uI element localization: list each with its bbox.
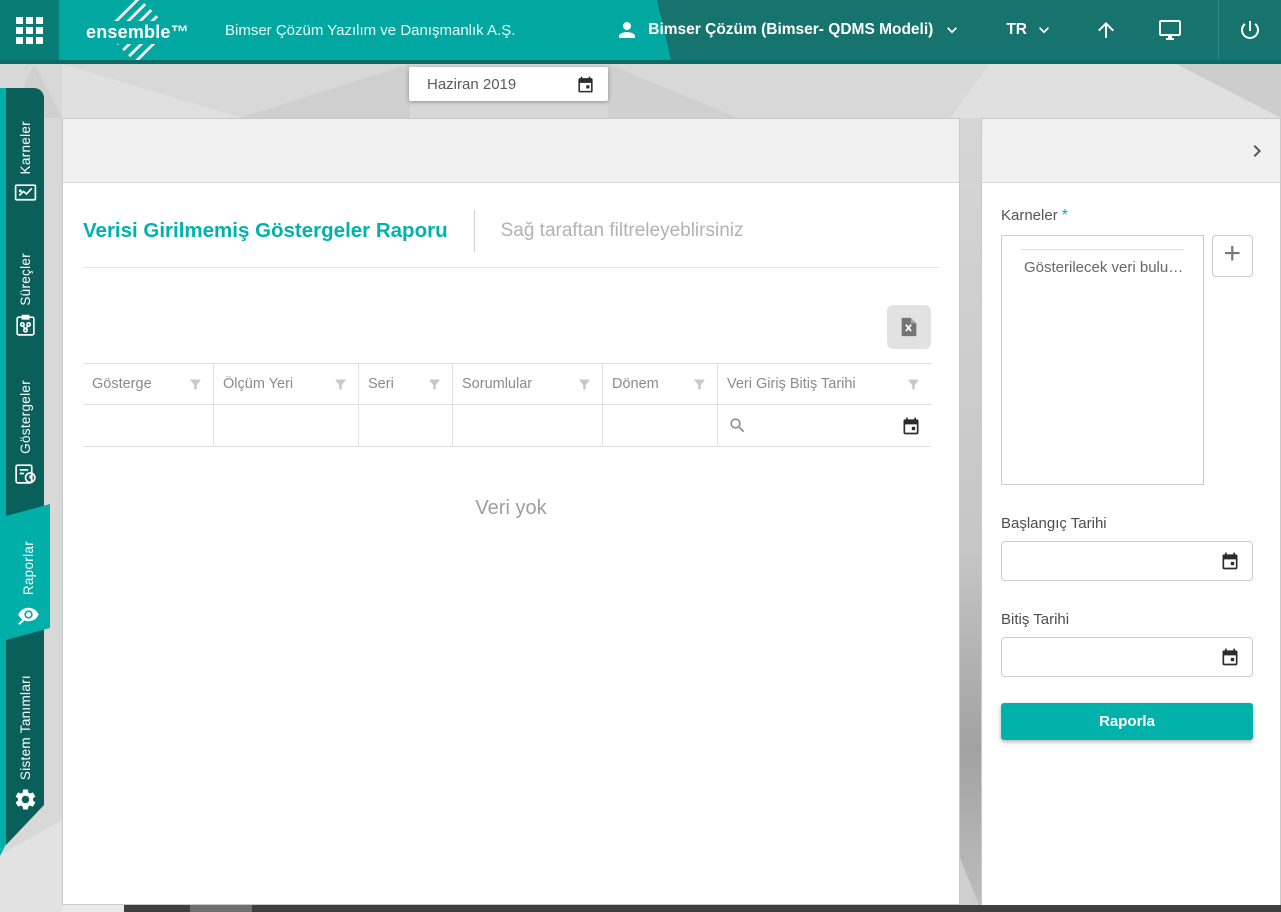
title-rule (83, 267, 939, 268)
bg-triangle (240, 64, 410, 118)
listbox-separator (1021, 249, 1184, 250)
period-value: Haziran 2019 (427, 76, 516, 93)
ensemble-logo: ensemble™ (75, 0, 201, 60)
account-name: Bimser Çözüm (Bimser- QDMS Modeli) (648, 21, 933, 39)
report-panel: Verisi Girilmemiş Göstergeler Raporu Sağ… (62, 118, 960, 905)
calendar-icon[interactable] (1220, 647, 1240, 667)
excel-export-icon (898, 316, 920, 338)
filter-input-gosterge[interactable] (83, 405, 214, 447)
sidebar-item-raporlar[interactable]: Raporlar (6, 504, 50, 640)
sidebar-item-label: Raporlar (21, 541, 36, 595)
system-settings-icon (13, 787, 38, 812)
listbox-empty-text: Gösterilecek veri bulu… (1024, 259, 1201, 276)
chevron-right-icon (1245, 139, 1269, 163)
header-bottom-strip (0, 60, 1281, 64)
filter-hint: Sağ taraftan filtreleyeblirsiniz (501, 220, 744, 242)
filter-input-seri[interactable] (359, 405, 453, 447)
required-mark: * (1062, 207, 1068, 224)
upload-button[interactable] (1094, 18, 1118, 42)
apps-menu-button[interactable] (0, 0, 59, 60)
sidebar-item-label: Karneler (18, 121, 33, 174)
reports-icon (16, 602, 41, 627)
table-filter-row (83, 405, 931, 447)
sidebar-item-karneler[interactable]: Karneler (6, 102, 44, 206)
add-scorecard-button[interactable]: + (1212, 235, 1254, 277)
brand-strip: ensemble™ Bimser Çözüm Yazılım ve Danışm… (59, 0, 671, 60)
page-title: Verisi Girilmemiş Göstergeler Raporu (83, 219, 448, 243)
chevron-down-icon (1034, 20, 1054, 40)
scorecards-listbox[interactable]: Gösterilecek veri bulu… (1001, 235, 1204, 485)
sidebar-item-sistem-tanimlari[interactable]: Sistem Tanımları (6, 650, 44, 812)
column-header-seri[interactable]: Seri (359, 363, 453, 405)
filter-funnel-icon[interactable] (427, 377, 442, 392)
bg-triangle (62, 64, 242, 118)
filter-input-sorumlular[interactable] (453, 405, 603, 447)
sidebar-item-surecler[interactable]: Süreçler (6, 238, 44, 338)
column-header-gosterge[interactable]: Gösterge (83, 363, 214, 405)
filter-funnel-icon[interactable] (188, 377, 203, 392)
scorecards-icon (13, 181, 38, 206)
app-header: ensemble™ Bimser Çözüm Yazılım ve Danışm… (0, 0, 1281, 64)
column-header-sorumlular[interactable]: Sorumlular (453, 363, 603, 405)
export-excel-button[interactable] (887, 305, 931, 349)
generate-report-button[interactable]: Raporla (1001, 703, 1253, 740)
processes-icon (13, 313, 38, 338)
search-icon (728, 416, 747, 435)
header-actions: Bimser Çözüm (Bimser- QDMS Modeli) TR (615, 0, 1281, 60)
logo-text: ensemble™ (83, 21, 192, 44)
table-header-row: Gösterge Ölçüm Yeri Seri Sorumlular Döne… (83, 363, 931, 405)
panel-gap (960, 118, 981, 905)
company-name: Bimser Çözüm Yazılım ve Danışmanlık A.Ş. (225, 22, 515, 39)
filter-input-olcum-yeri[interactable] (214, 405, 359, 447)
chevron-down-icon (942, 20, 962, 40)
scorecards-label: Karneler* (1001, 207, 1253, 225)
sidebar-item-label: Sistem Tanımları (18, 675, 33, 780)
account-menu[interactable]: Bimser Çözüm (Bimser- QDMS Modeli) (615, 18, 962, 42)
language-code: TR (1006, 21, 1027, 39)
sidebar-item-label: Göstergeler (18, 380, 33, 454)
column-header-olcum-yeri[interactable]: Ölçüm Yeri (214, 363, 359, 405)
empty-state-text: Veri yok (63, 497, 959, 520)
start-date-label: Başlangıç Tarihi (1001, 515, 1253, 532)
horizontal-scrollbar[interactable] (124, 905, 1281, 912)
monitor-icon (1158, 18, 1182, 42)
filter-panel: Karneler* Gösterilecek veri bulu… + Başl… (981, 118, 1281, 912)
calendar-icon (576, 75, 595, 94)
indicators-icon (13, 461, 38, 486)
end-date-label: Bitiş Tarihi (1001, 611, 1253, 628)
collapse-panel-button[interactable] (1242, 136, 1272, 166)
column-header-donem[interactable]: Dönem (603, 363, 718, 405)
scrollbar-corner (62, 905, 124, 912)
language-menu[interactable]: TR (1006, 20, 1054, 40)
filter-input-veri-giris-bitis-tarihi[interactable] (718, 405, 931, 447)
filter-funnel-icon[interactable] (692, 377, 707, 392)
power-icon (1238, 18, 1262, 42)
sidebar-item-label: Süreçler (18, 253, 33, 306)
user-icon (615, 18, 639, 42)
end-date-input[interactable] (1001, 637, 1253, 677)
calendar-icon[interactable] (1220, 551, 1240, 571)
logout-button[interactable] (1219, 18, 1281, 42)
filter-panel-header (982, 119, 1280, 183)
apps-grid-icon (16, 17, 43, 44)
report-table: Gösterge Ölçüm Yeri Seri Sorumlular Döne… (83, 363, 931, 447)
period-picker[interactable]: Haziran 2019 (409, 67, 608, 101)
filter-funnel-icon[interactable] (577, 377, 592, 392)
scrollbar-thumb[interactable] (190, 905, 252, 912)
filter-funnel-icon[interactable] (906, 377, 921, 392)
start-date-input[interactable] (1001, 541, 1253, 581)
column-header-veri-giris-bitis-tarihi[interactable]: Veri Giriş Bitiş Tarihi (718, 363, 931, 405)
display-button[interactable] (1158, 18, 1182, 42)
filter-funnel-icon[interactable] (333, 377, 348, 392)
sidebar-item-gostergeler[interactable]: Göstergeler (6, 364, 44, 486)
filter-input-donem[interactable] (603, 405, 718, 447)
upload-arrow-icon (1094, 18, 1118, 42)
title-divider (474, 210, 475, 252)
bg-triangle (608, 64, 738, 118)
report-panel-header (63, 119, 959, 183)
calendar-icon[interactable] (901, 416, 921, 436)
